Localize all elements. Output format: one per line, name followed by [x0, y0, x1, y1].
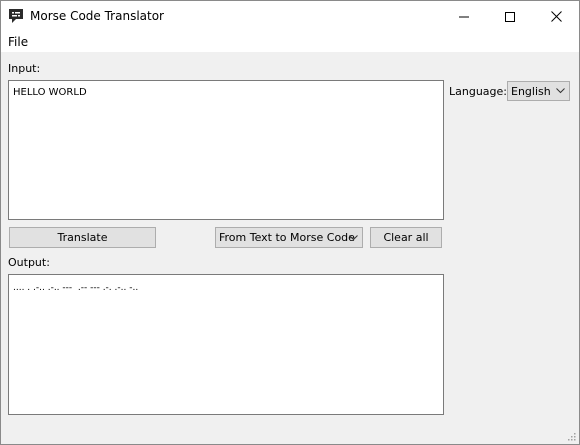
output-textbox[interactable]: .... . .-.. .-.. --- .-- --- .-. .-.. -.… — [8, 274, 444, 415]
input-textbox[interactable]: HELLO WORLD — [8, 80, 444, 220]
language-select[interactable]: English — [507, 81, 570, 101]
window-title: Morse Code Translator — [30, 9, 164, 23]
input-label: Input: — [8, 62, 41, 75]
translate-button[interactable]: Translate — [9, 227, 156, 248]
close-button[interactable] — [533, 1, 579, 32]
app-window: Morse Code Translator File Input: HELLO … — [0, 0, 580, 445]
direction-select[interactable]: From Text to Morse Code — [215, 227, 363, 248]
title-bar[interactable]: Morse Code Translator — [1, 1, 579, 32]
output-text: .... . .-.. .-.. --- .-- --- .-. .-.. -.… — [13, 283, 139, 293]
language-label: Language: — [449, 85, 507, 98]
input-text: HELLO WORLD — [13, 87, 87, 98]
output-label: Output: — [8, 256, 50, 269]
maximize-button[interactable] — [487, 1, 533, 32]
menu-file[interactable]: File — [8, 35, 28, 49]
minimize-button[interactable] — [441, 1, 487, 32]
app-icon — [8, 8, 24, 24]
language-selected: English — [511, 85, 551, 98]
maximize-icon — [505, 11, 515, 22]
direction-selected: From Text to Morse Code — [219, 231, 355, 244]
resize-grip-icon[interactable] — [566, 431, 576, 441]
close-icon — [550, 11, 562, 22]
minimize-icon — [459, 16, 469, 17]
clear-all-button[interactable]: Clear all — [370, 227, 442, 248]
menu-bar: File — [1, 32, 579, 52]
chevron-down-icon — [349, 235, 358, 241]
chevron-down-icon — [556, 88, 565, 94]
